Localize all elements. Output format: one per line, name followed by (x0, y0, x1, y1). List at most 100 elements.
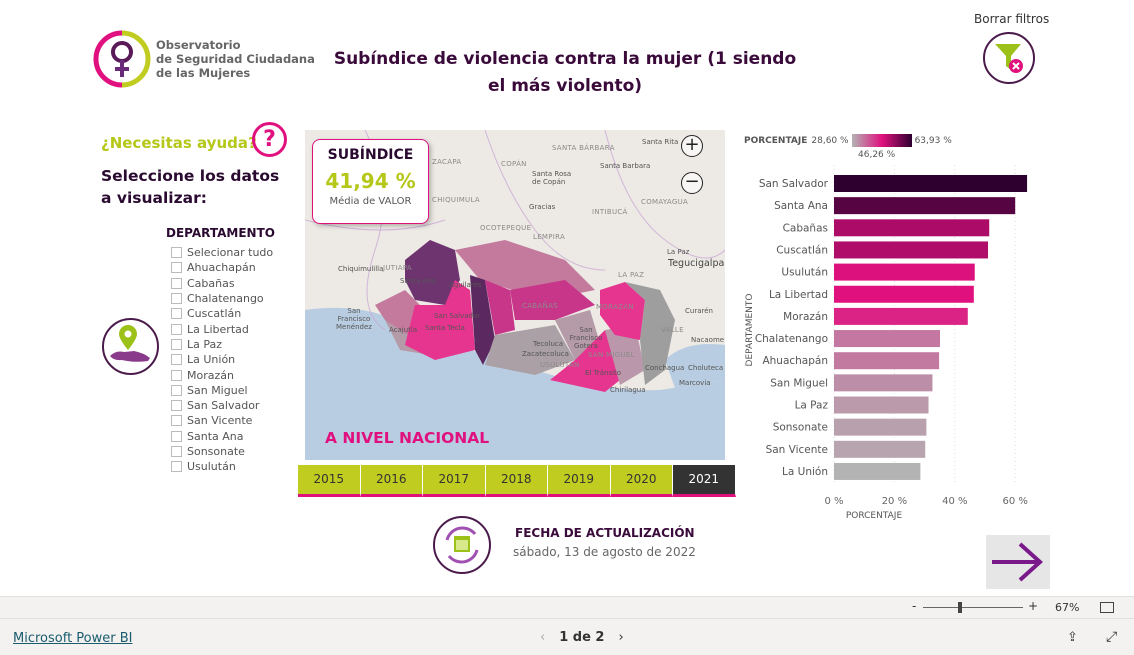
bar[interactable] (834, 330, 941, 348)
bar[interactable] (834, 241, 989, 259)
zoom-bar: - + 67% (0, 596, 1134, 618)
category-label: Santa Ana (774, 200, 828, 212)
x-tick-label: 60 % (1002, 496, 1027, 507)
checkbox[interactable] (171, 277, 182, 289)
logo-icon (93, 30, 151, 88)
slicer-item[interactable]: San Miguel (171, 383, 273, 398)
year-button-2021[interactable]: 2021 (673, 465, 736, 497)
slicer-item-label: San Miguel (187, 383, 248, 397)
bar[interactable] (834, 462, 921, 480)
slicer-item[interactable]: Cabañas (171, 276, 273, 291)
legend-gradient (851, 134, 912, 147)
bar[interactable] (834, 285, 974, 303)
fit-to-page-icon[interactable] (1100, 602, 1114, 613)
logo-text: Observatorio de Seguridad Ciudadana de l… (156, 38, 315, 80)
map-place-label: Conchagua (645, 364, 685, 372)
checkbox[interactable] (171, 400, 182, 412)
slicer-item[interactable]: La Unión (171, 352, 273, 367)
y-axis-title: DEPARTAMENTO (745, 294, 755, 367)
slicer-item[interactable]: Selecionar tudo (171, 245, 273, 260)
checkbox[interactable] (171, 430, 182, 442)
bar-chart: 0 % 20 % 40 % 60 % San Salvador Santa Ana Caba… (745, 165, 1028, 521)
bar[interactable] (834, 440, 926, 458)
zoom-out-button[interactable]: - (912, 599, 916, 613)
checkbox[interactable] (171, 247, 182, 259)
bar[interactable] (834, 175, 1028, 192)
help-label: ¿Necesitas ayuda? (101, 134, 257, 152)
next-page-button[interactable] (986, 535, 1050, 589)
checkbox[interactable] (171, 293, 182, 305)
clear-filters-button[interactable] (983, 32, 1035, 84)
checkbox[interactable] (171, 415, 182, 427)
bar[interactable] (834, 263, 975, 281)
slicer-item[interactable]: Usulután (171, 459, 273, 474)
fullscreen-icon[interactable]: ⤢ (1106, 629, 1117, 645)
slicer-item-label: San Vicente (187, 414, 253, 428)
slicer-item[interactable]: San Salvador (171, 398, 273, 413)
map-place-label: MORAZÁN (596, 303, 634, 311)
category-label: La Libertad (769, 289, 828, 301)
year-button-2016[interactable]: 2016 (360, 465, 423, 497)
category-label: San Miguel (770, 377, 828, 389)
clear-filters-label: Borrar filtros (974, 12, 1050, 26)
bar[interactable] (834, 374, 933, 392)
year-button-2020[interactable]: 2020 (610, 465, 673, 497)
next-page-icon[interactable]: › (618, 630, 623, 645)
map-place-label: COMAYAGUA (641, 198, 689, 206)
slicer-item[interactable]: San Vicente (171, 413, 273, 428)
help-button[interactable]: ? (252, 122, 287, 157)
map-zoom-in-button[interactable]: + (681, 135, 703, 157)
map-place-label: LA PAZ (618, 271, 645, 279)
year-button-2015[interactable]: 2015 (298, 465, 361, 497)
checkbox[interactable] (171, 369, 182, 381)
slicer-item[interactable]: Ahuachapán (171, 260, 273, 275)
map-place-label: San Francisco Gotera (569, 326, 603, 350)
slicer-item[interactable]: Cuscatlán (171, 306, 273, 321)
year-selector: 2015 2016 2017 2018 2019 2020 2021 (298, 465, 736, 497)
power-bi-link[interactable]: Microsoft Power BI (13, 631, 132, 646)
checkbox[interactable] (171, 461, 182, 473)
slicer-item-label: Morazán (187, 368, 234, 382)
map-place-label: Santa Tecla (425, 324, 465, 332)
checkbox[interactable] (171, 262, 182, 274)
slicer-item[interactable]: Morazán (171, 367, 273, 382)
update-date: sábado, 13 de agosto de 2022 (513, 545, 696, 559)
checkbox[interactable] (171, 323, 182, 335)
category-label: Ahuachapán (762, 355, 828, 367)
year-button-2019[interactable]: 2019 (548, 465, 611, 497)
zoom-slider[interactable] (923, 607, 1023, 608)
map-caption: A NIVEL NACIONAL (325, 429, 490, 447)
checkbox[interactable] (171, 354, 182, 366)
x-axis-title: PORCENTAJE (846, 511, 903, 521)
zoom-slider-thumb[interactable] (958, 602, 962, 613)
kpi-value: 41,94 % (325, 169, 416, 193)
checkbox[interactable] (171, 308, 182, 320)
map-place-label: CABAÑAS (522, 302, 558, 310)
bar[interactable] (834, 219, 990, 237)
slicer-item[interactable]: La Paz (171, 337, 273, 352)
legend-mid: 46,26 % (858, 150, 896, 160)
map-place-label: VALLE (661, 326, 684, 334)
year-button-2018[interactable]: 2018 (485, 465, 548, 497)
bar[interactable] (834, 197, 1016, 215)
zoom-in-button[interactable]: + (1028, 599, 1038, 613)
slicer-item[interactable]: Chalatenango (171, 291, 273, 306)
slicer-item[interactable]: La Libertad (171, 321, 273, 336)
prev-page-icon[interactable]: ‹ (540, 630, 545, 645)
checkbox[interactable] (171, 446, 182, 457)
checkbox[interactable] (171, 384, 182, 396)
share-icon[interactable]: ⇪ (1067, 630, 1078, 645)
slicer-item[interactable]: Santa Ana (171, 429, 273, 444)
bar[interactable] (834, 307, 968, 325)
bar[interactable] (834, 418, 927, 436)
calendar-refresh-icon (433, 516, 491, 574)
map-zoom-out-button[interactable]: − (681, 172, 703, 194)
map-place-label: Chiquimulilla (338, 265, 384, 273)
slicer-item[interactable]: Sonsonate (171, 444, 273, 459)
bar[interactable] (834, 396, 929, 414)
slicer-item-label: San Salvador (187, 399, 260, 413)
year-button-2017[interactable]: 2017 (423, 465, 486, 497)
logo-line: Observatorio (156, 38, 241, 52)
checkbox[interactable] (171, 338, 182, 350)
bar[interactable] (834, 352, 940, 370)
